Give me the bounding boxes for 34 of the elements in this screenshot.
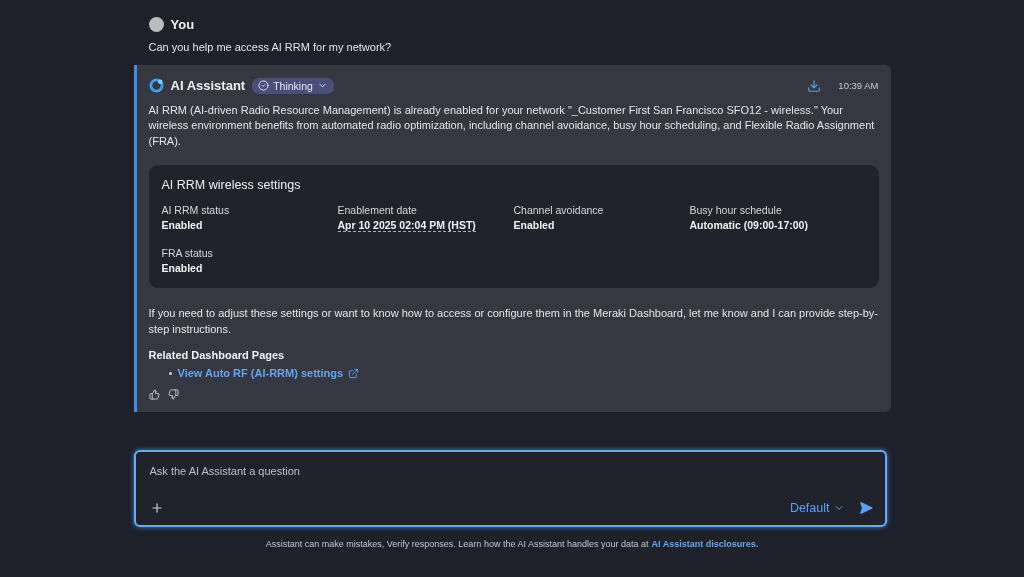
setting-value: Apr 10 2025 02:04 PM (HST) [337, 219, 476, 232]
message-time: 10:39 AM [838, 80, 879, 91]
setting-label: AI RRM status [161, 204, 230, 216]
send-icon[interactable] [858, 501, 873, 515]
dashboard-link[interactable]: View Auto RF (AI-RRM) settings [177, 367, 360, 379]
external-link-icon [348, 367, 360, 379]
mode-dropdown[interactable]: Default [789, 501, 845, 515]
add-icon[interactable] [149, 501, 164, 515]
bullet-icon [168, 371, 172, 375]
related-heading: Related Dashboard Pages [148, 349, 286, 361]
assistant-logo-icon [148, 78, 164, 93]
setting-label: Channel avoidance [513, 204, 604, 216]
setting-value: Enabled [161, 262, 203, 274]
download-icon[interactable] [807, 78, 822, 93]
setting-label: Busy hour schedule [689, 204, 782, 216]
setting-value: Enabled [513, 219, 555, 231]
setting-label: Enablement date [337, 204, 417, 216]
disclosures-link[interactable]: AI Assistant disclosures. [651, 539, 759, 549]
disclaimer-text: Assistant can make mistakes, Verify responses. Learn how the AI Assistant handles your data at [265, 539, 649, 549]
user-avatar [148, 17, 164, 32]
thumbs-up-icon[interactable] [148, 389, 160, 400]
check-circle-icon [258, 80, 270, 91]
setting-value: Enabled [161, 219, 203, 231]
question-field[interactable]: Ask the AI Assistant a question Default [133, 450, 887, 527]
response-paragraph: If you need to adjust these settings or want to know how to access or configure them in the Meraki Dashboard, let me know and I can provide step-by-step instructions. [148, 306, 879, 337]
assistant-name: AI Assistant [170, 78, 246, 93]
user-name: You [170, 17, 195, 32]
thinking-badge[interactable]: Thinking [252, 77, 334, 94]
user-message: Can you help me access AI RRM for my network? [148, 40, 393, 55]
setting-value: Automatic (09:00-17:00) [689, 219, 808, 231]
setting-label: FRA status [161, 247, 213, 259]
response-paragraph: AI RRM (AI-driven Radio Resource Management) is already enabled for your network "_Customer First San Francisco SFO12 - wireless." Your wireless environment benefits from automated radio optimization, including channel avoidance, busy hour scheduling, and Flexible Radio Assignment (FRA). [148, 102, 876, 149]
thumbs-down-icon[interactable] [167, 389, 179, 400]
settings-title: AI RRM wireless settings [161, 178, 302, 192]
